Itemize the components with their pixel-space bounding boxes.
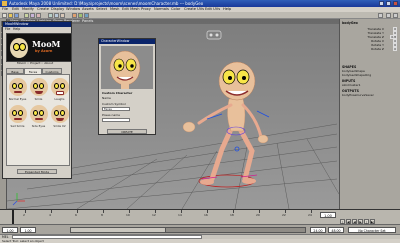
face-thumb-laughs[interactable] [51,78,69,96]
face-thumb-smile-02[interactable] [51,105,69,123]
maya-app-icon [2,1,7,6]
snap-grid-icon[interactable] [48,13,53,18]
vp-menu-panels[interactable]: Panels [82,19,93,24]
select-component-icon[interactable] [36,13,41,18]
channel-row[interactable]: Rotate Z0 [342,47,399,51]
face-thumb-smile[interactable] [30,78,48,96]
input-node[interactable]: skinCluster1 [342,83,399,87]
create-button[interactable]: CREATE [107,129,147,134]
channel-box-toggle-icon[interactable] [393,13,398,18]
snap-point-icon[interactable] [60,13,65,18]
moom-menu-help[interactable]: Help [13,27,20,31]
character-window-title[interactable]: CharacterWindow [99,39,155,44]
face-thumb-side-eyes[interactable] [30,105,48,123]
animation-end-field[interactable]: 48.00 [328,227,344,233]
face-thumb-sad-smile[interactable] [9,105,27,123]
timeline-tick-label: 18 [230,213,234,217]
time-slider[interactable]: 2 4 6 8 10 12 14 16 18 20 22 24 1.00 | ◀ … [0,209,400,228]
select-hierarchy-icon[interactable] [24,13,29,18]
face-label: Sad Smile [10,124,25,128]
render-icon[interactable] [72,13,77,18]
current-frame-field[interactable]: 1.00 [320,212,336,218]
close-icon[interactable] [393,1,398,6]
shape-node[interactable]: bodyGeoShapeOrig [342,73,399,77]
timeline-tick-label: 16 [204,213,208,217]
playback-end-field[interactable]: 24.00 [310,227,326,233]
channel-box-object-name[interactable]: bodyGeo [342,21,358,25]
symbol-type-dropdown[interactable]: Faces [102,107,130,111]
face-thumb-normal-eyes[interactable] [9,78,27,96]
channel-box: bodyGeo Translate X0 Translate Y0 Transl… [339,19,400,209]
character-preview [101,46,153,89]
animation-start-field[interactable]: 1.00 [2,227,18,233]
timeline-tick-label: 12 [152,213,156,217]
new-scene-icon[interactable] [2,13,7,18]
moom-logo: MooM [32,39,61,49]
timeline-tick-label: 24 [308,213,312,217]
moom-logo-sub: by Acorn [35,49,53,53]
title-bar: Autodesk Maya 2008 Unlimited: D:\Maya\pr… [0,0,400,7]
timeline-tick-label: 6 [75,213,77,217]
face-label: Laughs [54,97,65,101]
maximize-icon[interactable] [386,1,391,6]
moom-logo-face [10,38,28,58]
character-window: CharacterWindow Custom Character Name Cu… [98,38,156,135]
moom-character[interactable] [182,61,270,188]
render-settings-icon[interactable] [84,13,89,18]
timeline-tick-label: 2 [23,213,25,217]
open-scene-icon[interactable] [8,13,13,18]
preview-character-head [109,50,141,89]
range-slider[interactable] [70,227,306,233]
poses-name-input[interactable] [102,118,130,122]
minimize-icon[interactable] [379,1,384,6]
face-library: Normal Eyes Smile Laughs Sad Smile Side … [6,74,70,166]
face-label: Side Eyes [31,124,46,128]
help-line: Select Tool: select an object [0,239,400,243]
select-object-icon[interactable] [30,13,35,18]
window-title: Autodesk Maya 2008 Unlimited: D:\Maya\pr… [9,1,204,6]
expanded-mode-button[interactable]: Expanded Mode [17,169,57,174]
moom-banner: MooM by Acorn [6,33,72,62]
face-label: Smile [34,97,43,101]
timeline-tick-label: 4 [49,213,51,217]
name-label: Name [102,96,111,100]
timeline-tick-label: 20 [256,213,260,217]
range-slider-handle[interactable] [71,228,166,232]
moom-window: MooMWindow File Help MooM by Acorn Moom … [2,21,72,179]
timeline-tick-label: 8 [101,213,103,217]
tool-settings-icon[interactable] [386,13,391,18]
current-time-indicator[interactable] [12,210,14,225]
output-node[interactable]: bodyPoseCurveSaver [342,93,399,97]
range-slider-bar: 1.00 1.00 24.00 48.00 No Character Set [0,224,400,234]
playback-start-field[interactable]: 1.00 [20,227,36,233]
ipr-render-icon[interactable] [78,13,83,18]
moom-menu-file[interactable]: File [5,27,10,31]
character-set-dropdown[interactable]: No Character Set [348,227,396,233]
timeline-tick-label: 10 [126,213,130,217]
camera-icon [206,30,222,40]
timeline-tick-label: 14 [178,213,182,217]
timeline-tick-label: 22 [282,213,286,217]
face-label: Smile 02 [53,124,66,128]
attribute-editor-icon[interactable] [378,13,383,18]
moom-project-label: Moom :: Project :: About [17,61,54,65]
face-label: Normal Eyes [8,97,27,101]
save-scene-icon[interactable] [14,13,19,18]
custom-character-heading: Custom Character [102,91,133,95]
status-line-shelf [0,12,400,19]
poses-name-label: Poses name [102,113,120,117]
custom-symbol-label: Custom Symbol [102,102,126,106]
snap-curve-icon[interactable] [54,13,59,18]
